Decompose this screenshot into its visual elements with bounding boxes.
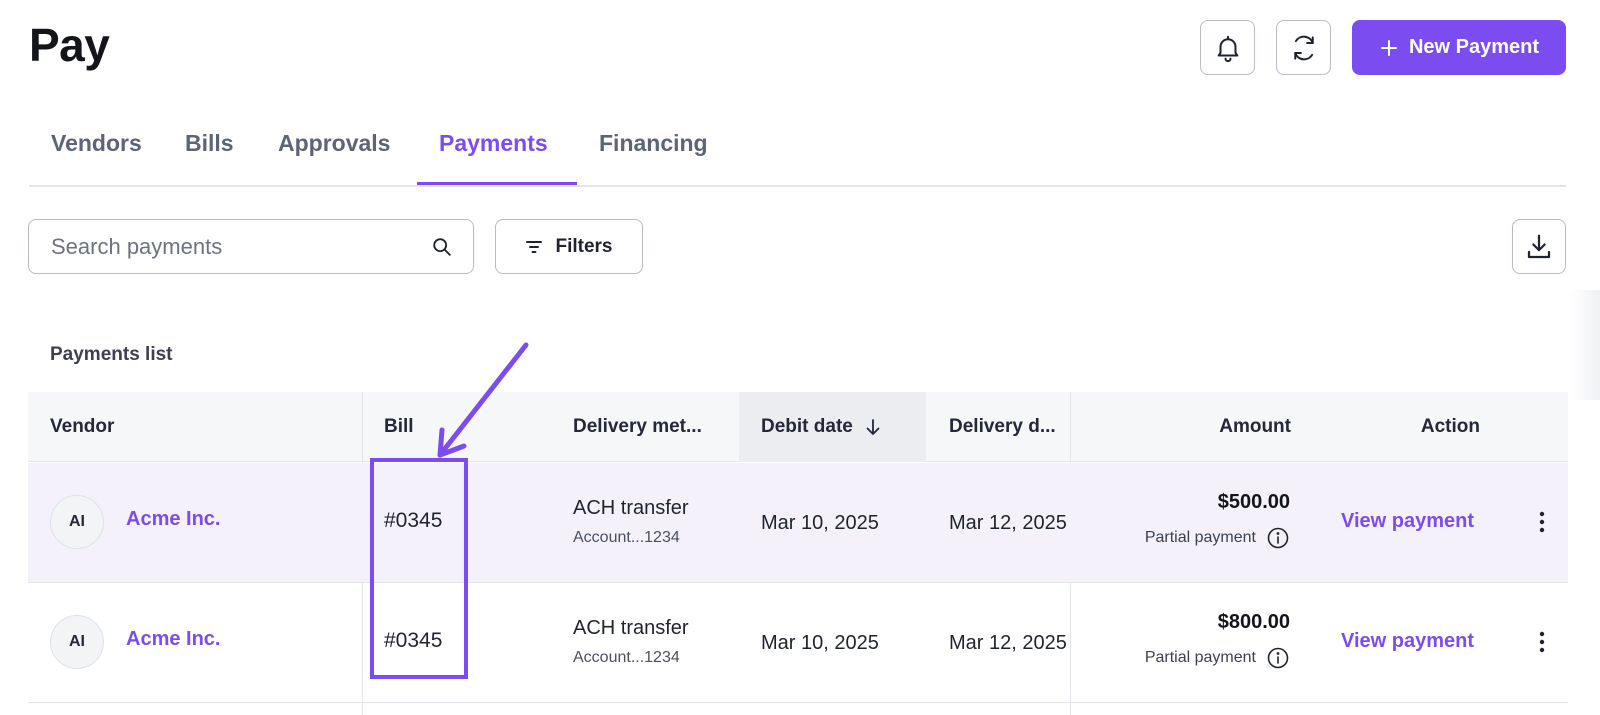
notifications-button[interactable] [1200, 20, 1255, 75]
avatar: AI [50, 495, 104, 549]
active-tab-indicator [417, 182, 577, 185]
search-placeholder: Search payments [51, 233, 223, 259]
bell-icon [1217, 35, 1238, 62]
tab-bar: Vendors Bills Approvals Payments Financi… [29, 112, 1566, 187]
avatar: AI [50, 615, 104, 669]
delivery-account: Account...1234 [573, 649, 680, 666]
list-title: Payments list [50, 344, 173, 365]
info-icon[interactable] [1266, 526, 1290, 550]
vendor-link[interactable]: Acme Inc. [126, 508, 220, 531]
debit-date: Mar 10, 2025 [761, 632, 879, 654]
info-icon[interactable] [1266, 646, 1290, 670]
view-payment-link[interactable]: View payment [1341, 630, 1474, 653]
scroll-edge-shadow [1570, 290, 1600, 400]
refresh-icon [1293, 35, 1314, 60]
amount-note-label: Partial payment [1144, 529, 1256, 546]
column-header-action: Action [1420, 416, 1480, 437]
amount-note: Partial payment [1145, 526, 1290, 550]
delivery-account: Account...1234 [573, 529, 680, 546]
column-header-debit-date-label: Debit date [761, 416, 853, 437]
view-payment-link[interactable]: View payment [1341, 510, 1474, 533]
tab-approvals[interactable]: Approvals [278, 130, 390, 157]
tab-financing[interactable]: Financing [599, 130, 708, 157]
kebab-icon [1539, 511, 1545, 533]
delivery-date: Mar 12, 2025 [949, 512, 1067, 534]
table-row[interactable]: AI Acme Inc. #0345 ACH transfer Account.… [28, 583, 1568, 703]
plus-icon [1380, 39, 1397, 56]
bill-number: #0345 [384, 509, 443, 532]
search-input[interactable]: Search payments [28, 219, 474, 274]
filter-icon [526, 240, 543, 253]
column-header-vendor[interactable]: Vendor [50, 392, 350, 462]
download-button[interactable] [1512, 219, 1566, 274]
debit-date: Mar 10, 2025 [761, 512, 879, 534]
filters-button[interactable]: Filters [495, 219, 643, 274]
payment-amount: $800.00 [1217, 611, 1290, 633]
tab-vendors[interactable]: Vendors [51, 130, 142, 157]
filters-label: Filters [555, 235, 613, 257]
delivery-method: ACH transfer [573, 617, 689, 639]
delivery-method: ACH transfer [573, 497, 689, 519]
column-header-debit-date[interactable]: Debit date [739, 392, 926, 462]
page-title: Pay [29, 19, 110, 71]
tab-payments[interactable]: Payments [439, 130, 548, 157]
column-header-delivery-method[interactable]: Delivery met... [573, 392, 738, 462]
table-row[interactable]: AI Acme Inc. #0345 ACH transfer Account.… [28, 463, 1568, 583]
table-header: Vendor Bill Delivery met... Debit date D… [28, 392, 1568, 462]
vendor-link[interactable]: Acme Inc. [126, 628, 220, 651]
search-icon [433, 237, 451, 256]
amount-note-label: Partial payment [1144, 649, 1256, 666]
column-header-amount[interactable]: Amount [1128, 392, 1291, 462]
row-menu-button[interactable] [1530, 627, 1554, 657]
kebab-icon [1539, 631, 1545, 653]
payment-amount: $500.00 [1217, 491, 1290, 513]
tab-bills[interactable]: Bills [185, 130, 234, 157]
arrow-down-icon [866, 419, 880, 435]
row-menu-button[interactable] [1530, 507, 1554, 537]
payments-table: Vendor Bill Delivery met... Debit date D… [28, 392, 1568, 715]
new-payment-label: New Payment [1408, 36, 1540, 58]
refresh-button[interactable] [1276, 20, 1331, 75]
column-header-bill[interactable]: Bill [384, 392, 534, 462]
bill-number: #0345 [384, 629, 443, 652]
new-payment-button[interactable]: New Payment [1352, 20, 1566, 75]
column-header-delivery-date[interactable]: Delivery d... [949, 392, 1069, 462]
delivery-date: Mar 12, 2025 [949, 632, 1067, 654]
amount-note: Partial payment [1145, 646, 1290, 670]
download-icon [1527, 234, 1551, 258]
